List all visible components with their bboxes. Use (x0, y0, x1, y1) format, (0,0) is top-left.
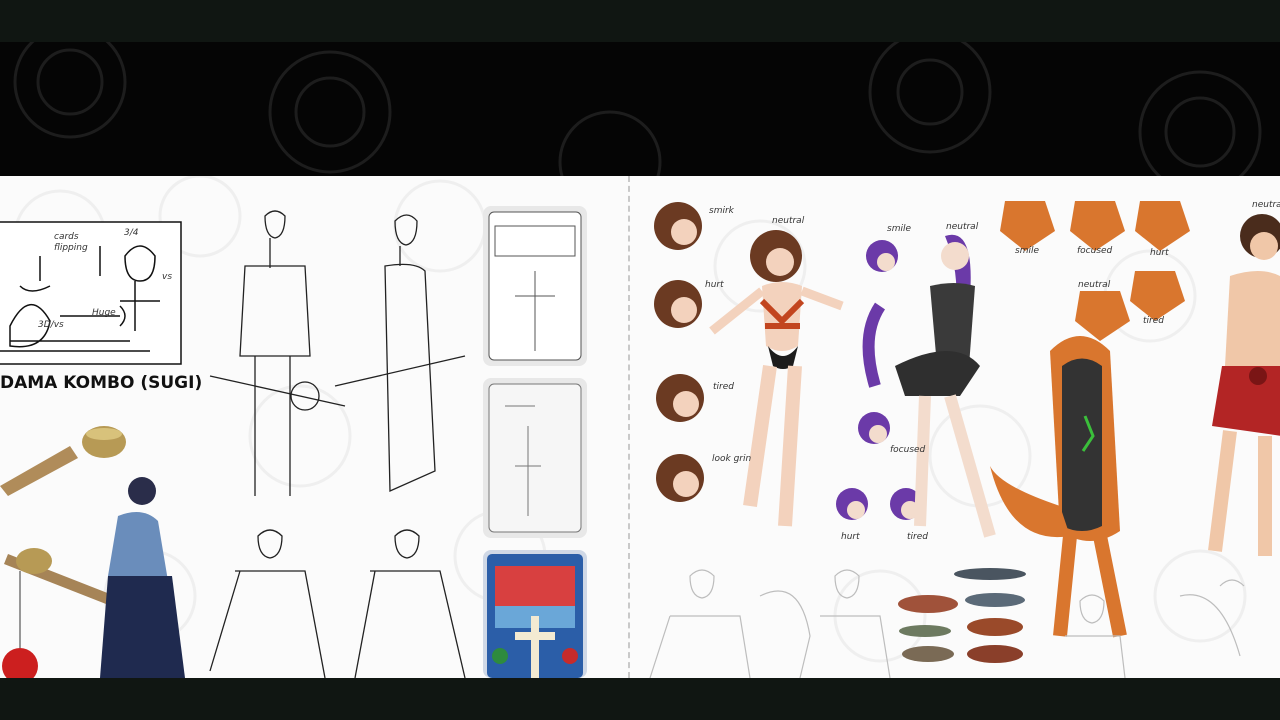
bottom-lineart-sketches (649, 569, 1245, 678)
expression-label: hurt (1150, 248, 1169, 258)
expression-label: hurt (705, 280, 724, 290)
header-pattern (13, 42, 1262, 176)
expression-label: smirk (709, 206, 734, 216)
expression-label: focused (1077, 246, 1113, 256)
fox-character-fullbody (990, 336, 1127, 638)
top-letterbox-bar (0, 0, 1280, 42)
purple-hair-girl-fullbody (862, 234, 996, 538)
header-banner (0, 42, 1280, 176)
brown-hair-girl-fullbody (709, 230, 844, 527)
bottom-letterbox-bar (0, 678, 1280, 720)
concept-art-board: DAMA KOMBO (SUGI) cards flipping 3D/vs H… (0, 176, 1280, 678)
expression-label: neutral (772, 216, 805, 226)
expression-label: look grin (712, 454, 752, 464)
expression-label: tired (713, 382, 734, 392)
fish-reference-images (898, 568, 1026, 663)
expression-label: tired (907, 532, 928, 542)
expression-label: neutral (946, 222, 979, 232)
expression-label: neutral (1078, 280, 1111, 290)
expression-label: hurt (841, 532, 860, 542)
expression-label: smile (1015, 246, 1039, 256)
expression-label: tired (1143, 316, 1164, 326)
expression-label: smile (887, 224, 911, 234)
expression-label: focused (890, 445, 926, 455)
man-character-fullbody (1208, 214, 1280, 556)
expression-label: neutral (1252, 200, 1280, 210)
brown-hair-expression-heads (654, 202, 704, 502)
